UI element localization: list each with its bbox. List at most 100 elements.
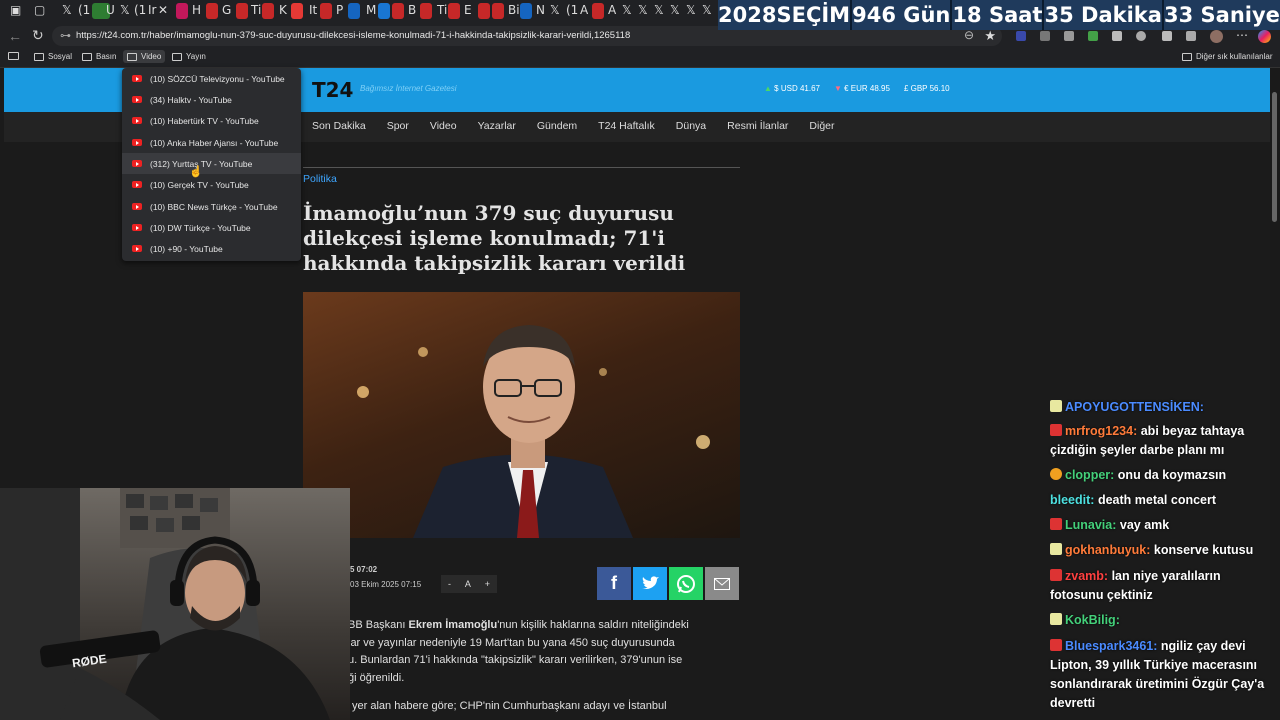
bookmark-sozcu-tv[interactable]: (10) SÖZCÜ Televizyonu - YouTube: [122, 68, 301, 89]
workspaces-icon[interactable]: ▣: [10, 3, 21, 17]
tab-x-icon[interactable]: 𝕏: [670, 3, 680, 17]
bookmark-yurttas-tv[interactable]: (312) Yurttaş TV - YouTube: [122, 153, 301, 174]
bookmark-bbc-turkce[interactable]: (10) BBC News Türkçe - YouTube: [122, 196, 301, 217]
nav-diger[interactable]: Diğer: [809, 120, 834, 132]
tab-x-icon[interactable]: 𝕏: [62, 3, 72, 17]
nav-dunya[interactable]: Dünya: [676, 120, 706, 132]
bookmark-folder-video[interactable]: Video: [123, 50, 166, 63]
tab-favicon[interactable]: [478, 3, 490, 19]
nav-yazarlar[interactable]: Yazarlar: [478, 120, 516, 132]
nav-gundem[interactable]: Gündem: [537, 120, 577, 132]
tab-x-icon[interactable]: 𝕏: [638, 3, 648, 17]
bookmark-haberturk[interactable]: (10) Habertürk TV - YouTube: [122, 110, 301, 131]
more-menu-icon[interactable]: ⋯: [1236, 28, 1248, 42]
tab-label[interactable]: (1: [566, 3, 578, 17]
extensions-puzzle-icon[interactable]: [1136, 31, 1146, 41]
tab-label[interactable]: (1: [78, 3, 90, 17]
tab-favicon[interactable]: [378, 3, 390, 19]
bookmark-dw-turkce[interactable]: (10) DW Türkçe - YouTube: [122, 217, 301, 238]
bookmark-halktv[interactable]: (34) Halktv - YouTube: [122, 89, 301, 110]
extension-icon[interactable]: [1112, 31, 1122, 41]
tab-label[interactable]: A: [580, 3, 588, 17]
tab-favicon[interactable]: [206, 3, 218, 19]
nav-son-dakika[interactable]: Son Dakika: [312, 120, 366, 132]
twitter-share-button[interactable]: [633, 567, 667, 600]
tab-favicon[interactable]: [236, 3, 248, 19]
tab-actions-icon[interactable]: ▢: [34, 3, 45, 17]
youtube-icon: [132, 96, 142, 103]
shield-icon[interactable]: [1186, 31, 1196, 41]
bookmark-anka[interactable]: (10) Anka Haber Ajansı - YouTube: [122, 132, 301, 153]
tab-favicon[interactable]: [448, 3, 460, 19]
site-info-icon[interactable]: ⊶: [60, 29, 71, 42]
font-increase-button[interactable]: +: [485, 579, 490, 589]
tab-label[interactable]: M: [366, 3, 376, 17]
url-text[interactable]: https://t24.com.tr/haber/imamoglu-nun-37…: [76, 30, 630, 41]
tab-label[interactable]: It: [309, 3, 317, 17]
tab-x-icon[interactable]: 𝕏: [686, 3, 696, 17]
font-reset-button[interactable]: A: [465, 579, 471, 589]
tab-x-icon[interactable]: 𝕏: [550, 3, 560, 17]
facebook-share-button[interactable]: f: [597, 567, 631, 600]
site-logo[interactable]: T24: [312, 78, 353, 102]
bookmark-plus90[interactable]: (10) +90 - YouTube: [122, 238, 301, 259]
extension-icon[interactable]: [1064, 31, 1074, 41]
extension-icon[interactable]: [1088, 31, 1098, 41]
tab-x-icon[interactable]: 𝕏: [622, 3, 632, 17]
tab-favicon[interactable]: [320, 3, 332, 19]
tab-label[interactable]: K: [279, 3, 287, 17]
nav-video[interactable]: Video: [430, 120, 457, 132]
back-icon[interactable]: ←: [8, 28, 22, 44]
other-bookmarks[interactable]: Diğer sık kullanılanlar: [1182, 52, 1272, 61]
extension-icon[interactable]: [1040, 31, 1050, 41]
tab-label[interactable]: Ti: [437, 3, 447, 17]
tab-x-icon[interactable]: 𝕏: [120, 3, 130, 17]
close-tab-icon[interactable]: ✕: [158, 3, 168, 17]
nav-resmi-ilanlar[interactable]: Resmi İlanlar: [727, 120, 788, 132]
tab-label[interactable]: Ir: [148, 3, 156, 17]
tab-x-icon[interactable]: 𝕏: [654, 3, 664, 17]
reload-icon[interactable]: ↻: [32, 27, 44, 44]
tab-label[interactable]: G: [222, 3, 231, 17]
tab-favicon[interactable]: [420, 3, 432, 19]
tab-label[interactable]: N: [536, 3, 545, 17]
tab-label[interactable]: Ti: [251, 3, 261, 17]
tab-label[interactable]: Bi: [508, 3, 520, 17]
bookmark-folder-basin[interactable]: Basın: [82, 52, 116, 61]
update-date: 03 Ekim 2025 07:15: [350, 580, 422, 589]
youtube-icon: [132, 224, 142, 231]
tab-favicon[interactable]: [492, 3, 504, 19]
tab-label[interactable]: H: [192, 3, 201, 17]
tab-favicon[interactable]: [176, 3, 188, 19]
avatar[interactable]: [1210, 30, 1223, 43]
bookmarks-menu-icon[interactable]: [8, 52, 19, 60]
tab-x-icon[interactable]: 𝕏: [702, 3, 712, 17]
tab-favicon[interactable]: [291, 3, 303, 19]
tab-label[interactable]: P: [336, 3, 343, 17]
copilot-icon[interactable]: [1258, 30, 1271, 43]
whatsapp-share-button[interactable]: [669, 567, 703, 600]
tab-label[interactable]: U: [106, 3, 115, 17]
bookmark-gercek-tv[interactable]: (10) Gerçek TV - YouTube: [122, 174, 301, 195]
tab-label[interactable]: E: [464, 3, 472, 17]
bookmark-folder-yayin[interactable]: Yayın: [172, 52, 206, 61]
font-decrease-button[interactable]: -: [448, 579, 451, 589]
tab-favicon[interactable]: [262, 3, 274, 19]
favorite-star-icon[interactable]: ★: [984, 28, 996, 44]
tab-favicon[interactable]: [520, 3, 532, 19]
tab-favicon[interactable]: [592, 3, 604, 19]
extension-icon[interactable]: [1016, 31, 1026, 41]
article-category[interactable]: Politika: [303, 173, 337, 185]
tab-label[interactable]: A: [608, 3, 616, 17]
email-share-button[interactable]: [705, 567, 739, 600]
bookmark-folder-sosyal[interactable]: Sosyal: [34, 52, 72, 61]
tab-favicon[interactable]: [392, 3, 404, 19]
tab-favicon[interactable]: [348, 3, 360, 19]
reader-icon[interactable]: ⊖: [964, 28, 974, 42]
scrollbar-thumb[interactable]: [1272, 92, 1277, 222]
nav-spor[interactable]: Spor: [387, 120, 409, 132]
favorites-icon[interactable]: [1162, 31, 1172, 41]
tab-label[interactable]: B: [408, 3, 416, 17]
nav-t24-haftalik[interactable]: T24 Haftalık: [598, 120, 655, 132]
tab-label[interactable]: (1: [134, 3, 146, 17]
